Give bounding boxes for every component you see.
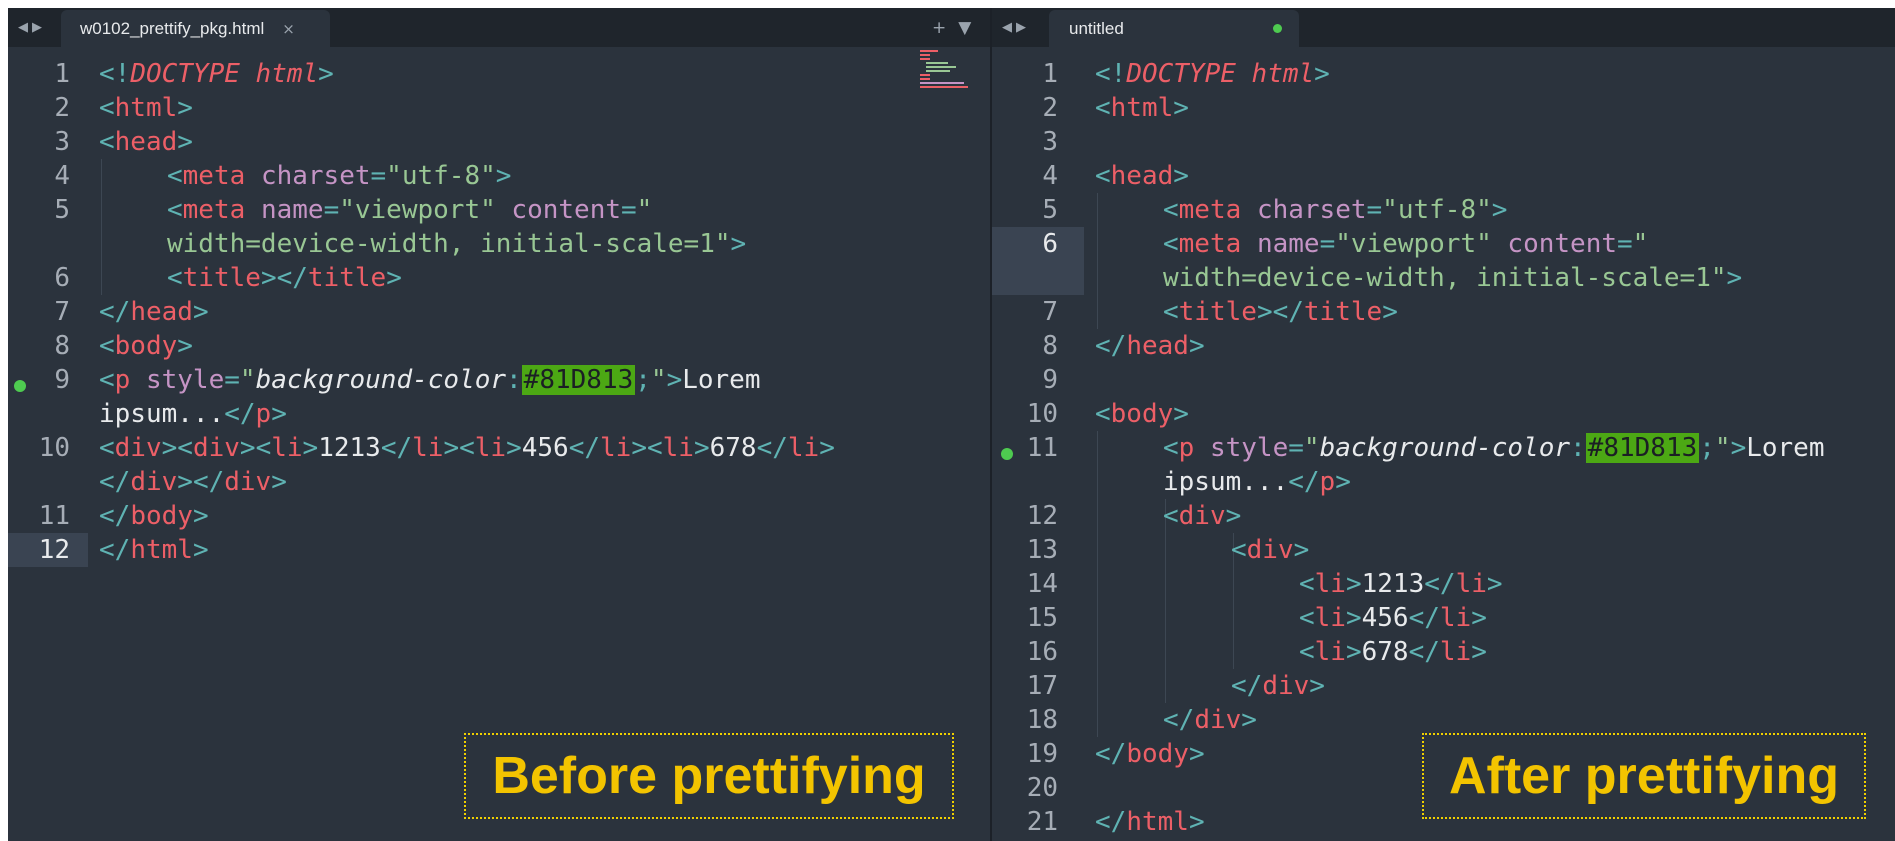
code-line: <div> [1163, 501, 1242, 531]
code-line: <!DOCTYPE html> [1095, 59, 1330, 89]
line-number: 9 [54, 365, 70, 395]
code-line: <title></title> [167, 263, 402, 293]
code-line-wrapped: ipsum...</p> [1163, 467, 1351, 497]
line-number: 3 [1042, 127, 1058, 157]
line-number: 2 [54, 93, 70, 123]
line-number: 12 [1026, 501, 1058, 531]
editor-window: ◀ ▶ w0102_prettify_pkg.html × + ▼ 1 2 3 … [8, 8, 1895, 841]
line-number: 15 [1026, 603, 1058, 633]
line-number: 5 [54, 195, 70, 225]
tab-nav-arrows: ◀ ▶ [1002, 8, 1026, 47]
code-line: </div> [1231, 671, 1325, 701]
line-number: 11 [1026, 433, 1058, 463]
code-line: <li>1213</li> [1299, 569, 1503, 599]
line-number: 1 [1042, 59, 1058, 89]
editor-pane-after: ◀ ▶ untitled 1 2 3 4 5 6 7 8 9 10 11 12 … [992, 8, 1895, 841]
code-line: </head> [99, 297, 209, 327]
code-line: <p style="background-color:#81D813;">Lor… [1163, 433, 1825, 463]
line-number: 14 [1026, 569, 1058, 599]
close-icon[interactable]: × [282, 20, 295, 38]
code-line: <p style="background-color:#81D813;">Lor… [99, 365, 761, 395]
minimap[interactable] [920, 50, 968, 92]
line-number: 17 [1026, 671, 1058, 701]
line-number: 6 [1042, 229, 1058, 259]
code-line: <head> [1095, 161, 1189, 191]
tab-nav-arrows: ◀ ▶ [18, 8, 42, 47]
indent-guide [1097, 193, 1098, 329]
line-number: 16 [1026, 637, 1058, 667]
tab-file[interactable]: w0102_prettify_pkg.html × [61, 10, 330, 47]
line-number: 8 [1042, 331, 1058, 361]
line-number: 11 [38, 501, 70, 531]
line-number: 6 [54, 263, 70, 293]
new-tab-icon[interactable]: + [932, 18, 946, 38]
code-line: </div> [1163, 705, 1257, 735]
line-number: 10 [1026, 399, 1058, 429]
line-number: 18 [1026, 705, 1058, 735]
code-line: <meta charset="utf-8"> [1163, 195, 1508, 225]
code-line: <meta name="viewport" content=" [167, 195, 653, 225]
nav-forward-icon[interactable]: ▶ [1016, 20, 1026, 35]
nav-back-icon[interactable]: ◀ [1002, 20, 1012, 35]
color-swatch-highlight: #81D813 [1585, 433, 1700, 463]
code-line: </html> [1095, 807, 1205, 837]
code-line-wrapped: width=device-width, initial-scale=1"> [167, 229, 747, 259]
code-line: <body> [99, 331, 193, 361]
code-line: <li>678</li> [1299, 637, 1487, 667]
code-line: </head> [1095, 331, 1205, 361]
line-number: 13 [1026, 535, 1058, 565]
code-line-wrapped: </div></div> [99, 467, 287, 497]
line-number: 3 [54, 127, 70, 157]
code-line: <head> [99, 127, 193, 157]
line-number: 20 [1026, 773, 1058, 803]
indent-guide [101, 159, 102, 295]
line-number: 5 [1042, 195, 1058, 225]
line-number: 4 [1042, 161, 1058, 191]
color-swatch-highlight: #81D813 [521, 365, 636, 395]
tab-untitled[interactable]: untitled [1049, 10, 1299, 47]
nav-back-icon[interactable]: ◀ [18, 20, 28, 35]
tab-menu-icon[interactable]: ▼ [958, 18, 971, 38]
line-number: 7 [1042, 297, 1058, 327]
code-line: </body> [99, 501, 209, 531]
tab-actions: + ▼ [932, 8, 971, 47]
tab-bar: ◀ ▶ untitled [992, 8, 1895, 47]
line-number: 8 [54, 331, 70, 361]
code-line: <li>456</li> [1299, 603, 1487, 633]
nav-forward-icon[interactable]: ▶ [32, 20, 42, 35]
code-line: <title></title> [1163, 297, 1398, 327]
tab-label: w0102_prettify_pkg.html [80, 18, 265, 38]
code-line: <!DOCTYPE html> [99, 59, 334, 89]
line-number: 10 [38, 433, 70, 463]
caption-after: After prettifying [1422, 733, 1866, 819]
code-line: <html> [99, 93, 193, 123]
code-line-wrapped: ipsum...</p> [99, 399, 287, 429]
code-line: <div><div><li>1213</li><li>456</li><li>6… [99, 433, 835, 463]
code-line: <body> [1095, 399, 1189, 429]
line-number: 2 [1042, 93, 1058, 123]
line-number: 7 [54, 297, 70, 327]
tab-bar: ◀ ▶ w0102_prettify_pkg.html × + ▼ [8, 8, 990, 47]
line-number: 4 [54, 161, 70, 191]
line-number: 19 [1026, 739, 1058, 769]
indent-guide [1097, 431, 1098, 737]
code-line: </body> [1095, 739, 1205, 769]
code-line: <meta charset="utf-8"> [167, 161, 512, 191]
code-line: </html> [99, 535, 209, 565]
unsaved-dot-icon[interactable] [1273, 24, 1282, 33]
line-number: 12 [38, 535, 70, 565]
code-line-wrapped: width=device-width, initial-scale=1"> [1163, 263, 1743, 293]
code-line: <meta name="viewport" content=" [1163, 229, 1649, 259]
editor-pane-before: ◀ ▶ w0102_prettify_pkg.html × + ▼ 1 2 3 … [8, 8, 990, 841]
code-line: <html> [1095, 93, 1189, 123]
line-number: 21 [1026, 807, 1058, 837]
line-number: 1 [54, 59, 70, 89]
line-number: 9 [1042, 365, 1058, 395]
tab-label: untitled [1069, 18, 1124, 38]
caption-before: Before prettifying [464, 733, 954, 819]
code-line: <div> [1231, 535, 1310, 565]
